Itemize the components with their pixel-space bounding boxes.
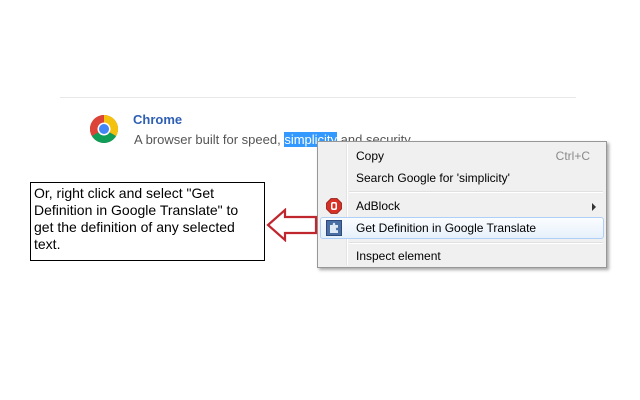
screenshot-stage: Chrome A browser built for speed, simpli… <box>0 0 640 400</box>
menu-separator <box>349 242 603 244</box>
context-menu: Copy Ctrl+C Search Google for 'simplicit… <box>317 141 607 268</box>
menu-item-shortcut: Ctrl+C <box>555 149 590 163</box>
menu-item-label: Get Definition in Google Translate <box>356 221 537 235</box>
menu-item-label: AdBlock <box>356 199 401 213</box>
divider <box>60 97 576 98</box>
menu-item-label: Copy <box>356 149 385 163</box>
submenu-arrow-icon <box>592 203 596 211</box>
menu-item-inspect-element[interactable]: Inspect element <box>320 245 604 267</box>
menu-separator <box>349 191 603 193</box>
menu-item-label: Search Google for 'simplicity' <box>356 171 510 185</box>
instruction-callout: Or, right click and select "Get Definiti… <box>30 182 265 261</box>
puzzle-extension-icon <box>326 220 342 236</box>
app-title[interactable]: Chrome <box>133 112 182 127</box>
menu-item-copy[interactable]: Copy Ctrl+C <box>320 145 604 167</box>
description-text: A browser built for speed, <box>134 132 285 147</box>
menu-item-get-definition[interactable]: Get Definition in Google Translate <box>320 217 604 239</box>
menu-item-label: Inspect element <box>356 249 441 263</box>
left-arrow-icon <box>266 208 318 242</box>
chrome-logo-icon <box>90 115 118 143</box>
menu-item-adblock[interactable]: AdBlock <box>320 195 604 217</box>
menu-item-search-google[interactable]: Search Google for 'simplicity' <box>320 167 604 189</box>
adblock-stop-sign-icon <box>326 198 342 214</box>
